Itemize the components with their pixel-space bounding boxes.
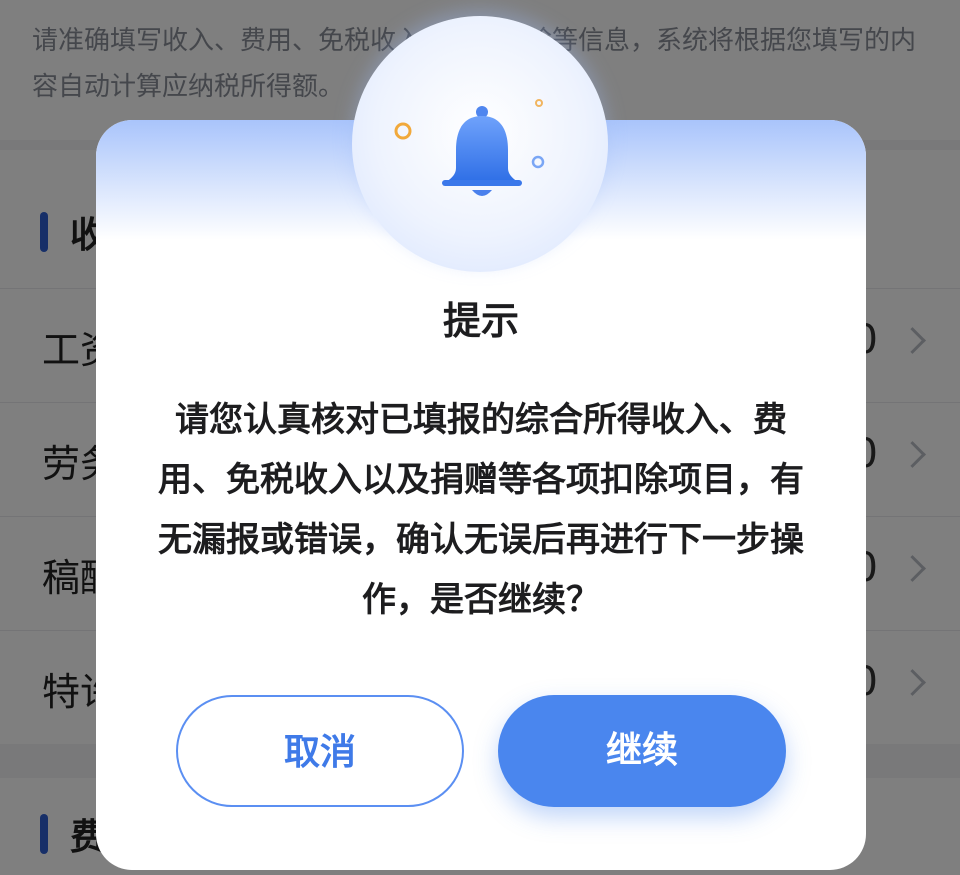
confirm-dialog: 提示 请您认真核对已填报的综合所得收入、费用、免税收入以及捐赠等各项扣除项目，有…: [96, 16, 866, 870]
decor-circle-blue: [531, 155, 545, 169]
bell-icon: [442, 106, 522, 196]
dialog-title: 提示: [442, 299, 519, 343]
dialog-message: 请您认真核对已填报的综合所得收入、费用、免税收入以及捐赠等各项扣除项目，有无漏报…: [158, 400, 804, 620]
cancel-button[interactable]: 取消: [176, 695, 464, 807]
decor-circle-orange: [394, 122, 412, 140]
decor-dot-orange: [535, 99, 543, 107]
continue-button[interactable]: 继续: [498, 695, 786, 807]
